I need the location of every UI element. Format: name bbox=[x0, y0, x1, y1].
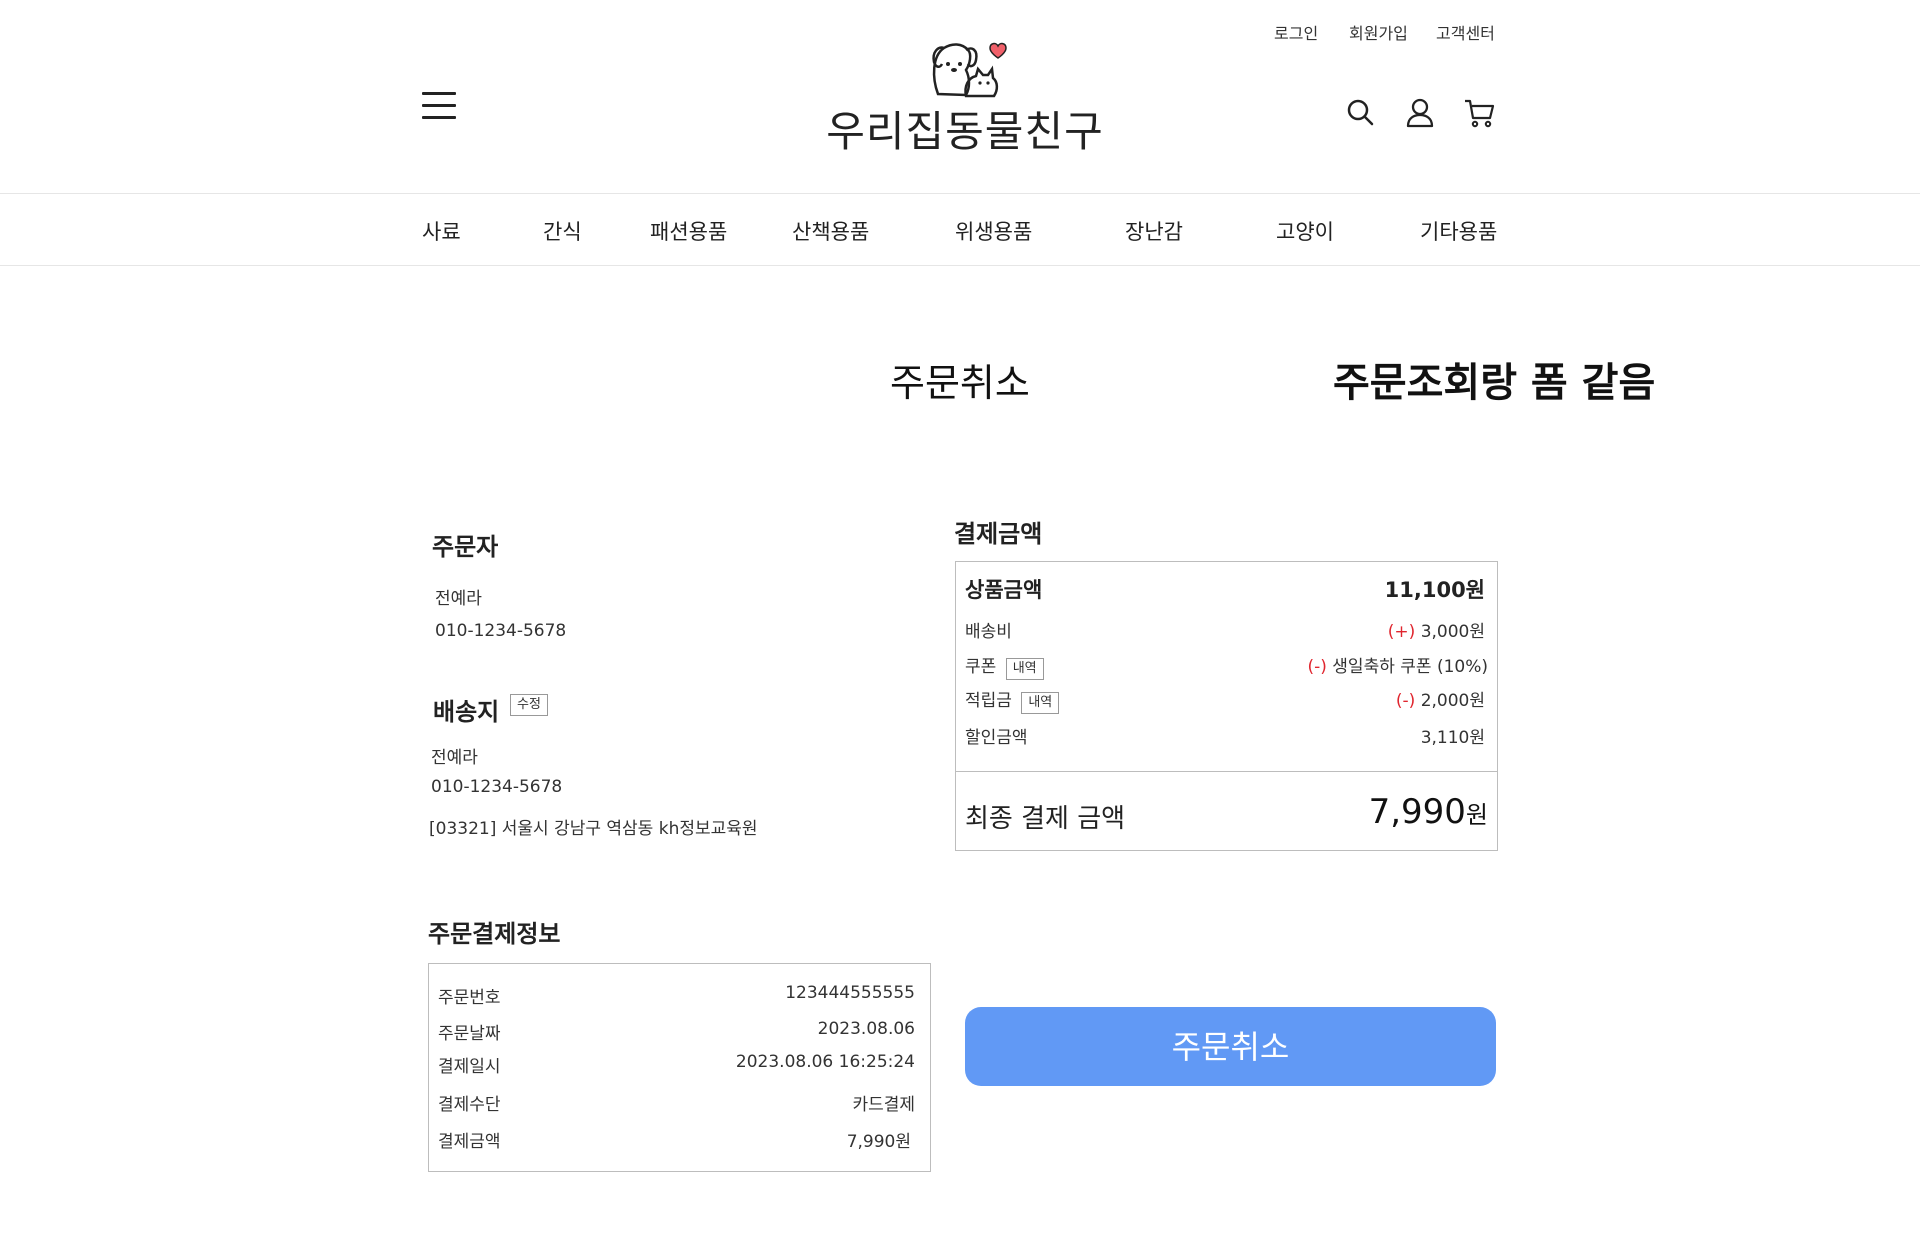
nav-item-snacks[interactable]: 간식 bbox=[543, 216, 582, 246]
orderer-phone: 010-1234-5678 bbox=[435, 621, 567, 641]
login-link[interactable]: 로그인 bbox=[1274, 20, 1318, 44]
user-icon[interactable] bbox=[1403, 96, 1437, 130]
nav-item-walking[interactable]: 산책용품 bbox=[792, 216, 869, 246]
points-label: 적립금 bbox=[965, 691, 1012, 711]
final-amount-number: 7,990 bbox=[1368, 792, 1466, 832]
menu-icon[interactable] bbox=[422, 92, 456, 120]
points-row: 적립금 내역 (-) 2,000원 bbox=[956, 686, 1497, 714]
coupon-label: 쿠폰 bbox=[965, 657, 997, 677]
logo-pets-illustration bbox=[932, 42, 1007, 98]
nav-top-divider bbox=[0, 193, 1920, 194]
coupon-label-group: 쿠폰 내역 bbox=[965, 652, 1044, 680]
payment-info-row: 주문날짜 2023.08.06 bbox=[429, 1019, 930, 1044]
shipping-phone: 010-1234-5678 bbox=[431, 777, 563, 797]
shipping-fee-row: 배송비 (+) 3,000원 bbox=[956, 617, 1497, 642]
discount-row: 할인금액 3,110원 bbox=[956, 723, 1497, 748]
nav-item-food[interactable]: 사료 bbox=[422, 216, 461, 246]
page-note: 주문조회랑 폼 같음 bbox=[1333, 360, 1656, 406]
orderer-name: 전예라 bbox=[435, 589, 482, 609]
search-icon[interactable] bbox=[1344, 96, 1378, 130]
product-amount-value: 11,100원 bbox=[1384, 578, 1485, 602]
order-date-value: 2023.08.06 bbox=[817, 1019, 915, 1039]
payment-info-row: 결제수단 카드결제 bbox=[429, 1090, 930, 1115]
coupon-amount: (-) 생일축하 쿠폰 (10%) bbox=[1307, 652, 1488, 677]
cancel-order-button[interactable]: 주문취소 bbox=[965, 1007, 1496, 1086]
shipping-name: 전예라 bbox=[431, 748, 478, 768]
nav-item-fashion[interactable]: 패션용품 bbox=[650, 216, 727, 246]
order-date-label: 주문날짜 bbox=[438, 1024, 501, 1044]
page-title: 주문취소 bbox=[890, 361, 1030, 405]
discount-label: 할인금액 bbox=[965, 728, 1028, 748]
order-number-value: 123444555555 bbox=[785, 983, 915, 1003]
product-amount-label: 상품금액 bbox=[965, 578, 1043, 602]
payment-datetime-value: 2023.08.06 16:25:24 bbox=[735, 1052, 915, 1072]
payment-amount-value: 7,990원 bbox=[846, 1132, 911, 1152]
customer-center-link[interactable]: 고객센터 bbox=[1436, 20, 1495, 44]
shipping-edit-button[interactable]: 수정 bbox=[510, 694, 548, 716]
orderer-title: 주문자 bbox=[432, 533, 499, 561]
points-sign: (-) bbox=[1395, 691, 1416, 711]
product-amount-row: 상품금액 11,100원 bbox=[956, 574, 1497, 604]
payment-method-value: 카드결제 bbox=[852, 1095, 915, 1115]
nav-bottom-divider bbox=[0, 265, 1920, 266]
payment-method-label: 결제수단 bbox=[438, 1095, 501, 1115]
points-detail-button[interactable]: 내역 bbox=[1021, 692, 1060, 714]
coupon-sign: (-) bbox=[1307, 657, 1327, 677]
final-amount-unit: 원 bbox=[1465, 801, 1488, 829]
amount-box: 상품금액 11,100원 배송비 (+) 3,000원 쿠폰 내역 (-) 생일… bbox=[955, 561, 1498, 851]
shipping-fee-sign: (+) bbox=[1387, 622, 1416, 642]
payment-info-row: 결제금액 7,990원 bbox=[429, 1127, 930, 1152]
order-number-label: 주문번호 bbox=[438, 988, 501, 1008]
payment-info-row: 결제일시 2023.08.06 16:25:24 bbox=[429, 1052, 930, 1077]
shipping-fee-amount: (+) 3,000원 bbox=[1388, 617, 1485, 642]
amount-title: 결제금액 bbox=[954, 520, 1043, 548]
points-amount: (-) 2,000원 bbox=[1396, 686, 1485, 711]
site-logo[interactable]: 우리집동물친구 bbox=[820, 38, 1110, 156]
cart-icon[interactable] bbox=[1462, 96, 1496, 130]
shipping-address: [03321] 서울시 강남구 역삼동 kh정보교육원 bbox=[429, 819, 758, 839]
payment-info-title: 주문결제정보 bbox=[428, 920, 561, 948]
final-amount-label: 최종 결제 금액 bbox=[965, 804, 1126, 834]
payment-info-row: 주문번호 123444555555 bbox=[429, 983, 930, 1008]
points-label-group: 적립금 내역 bbox=[965, 686, 1060, 714]
signup-link[interactable]: 회원가입 bbox=[1349, 20, 1408, 44]
nav-item-cats[interactable]: 고양이 bbox=[1276, 216, 1334, 246]
discount-value: 3,110원 bbox=[1420, 728, 1485, 748]
final-amount-row: 최종 결제 금액 7,990원 bbox=[956, 792, 1497, 836]
coupon-row: 쿠폰 내역 (-) 생일축하 쿠폰 (10%) bbox=[956, 652, 1497, 680]
payment-amount-label: 결제금액 bbox=[438, 1132, 501, 1152]
nav-item-hygiene[interactable]: 위생용품 bbox=[955, 216, 1032, 246]
final-amount-value: 7,990원 bbox=[1369, 792, 1488, 832]
nav-item-etc[interactable]: 기타용품 bbox=[1420, 216, 1497, 246]
coupon-value: 생일축하 쿠폰 (10%) bbox=[1332, 657, 1488, 677]
shipping-title: 배송지 bbox=[433, 698, 500, 726]
shipping-fee-label: 배송비 bbox=[965, 622, 1012, 642]
coupon-detail-button[interactable]: 내역 bbox=[1005, 658, 1044, 680]
logo-text: 우리집동물친구 bbox=[826, 107, 1104, 156]
nav-item-toys[interactable]: 장난감 bbox=[1125, 216, 1183, 246]
shipping-fee-value: 3,000원 bbox=[1420, 622, 1485, 642]
points-value: 2,000원 bbox=[1420, 691, 1485, 711]
payment-info-box: 주문번호 123444555555 주문날짜 2023.08.06 결제일시 2… bbox=[428, 963, 931, 1172]
amount-divider bbox=[956, 771, 1497, 772]
payment-datetime-label: 결제일시 bbox=[438, 1057, 501, 1077]
